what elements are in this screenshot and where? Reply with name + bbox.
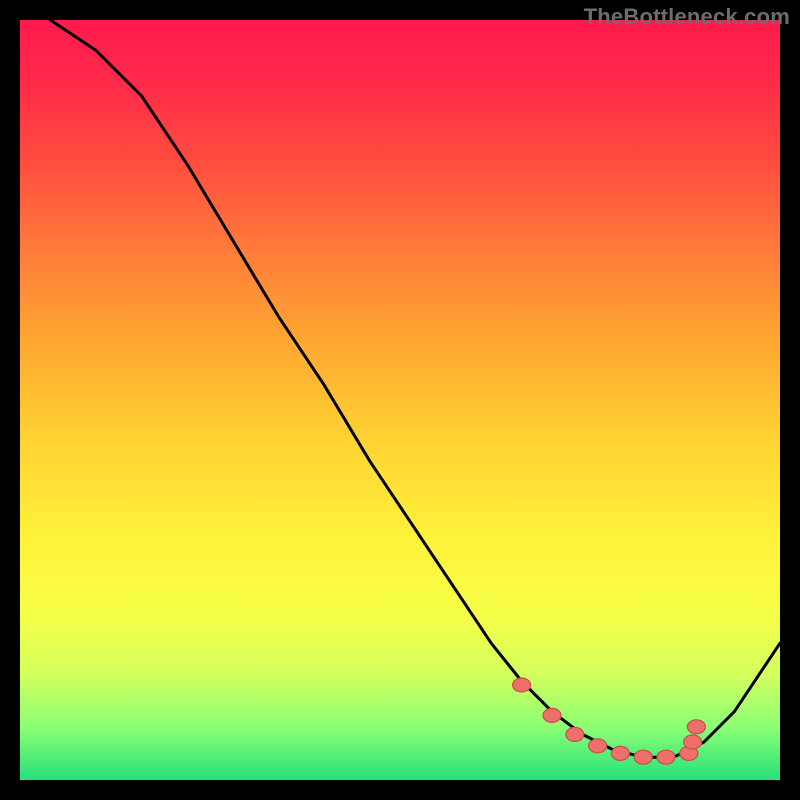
marker-dot [543,708,561,722]
marker-dot [589,739,607,753]
chart-frame: TheBottleneck.com [0,0,800,800]
marker-dot [566,727,584,741]
watermark-text: TheBottleneck.com [584,4,790,30]
plot-area [20,20,780,780]
marker-dot [513,678,531,692]
marker-dot [611,746,629,760]
marker-dot [634,750,652,764]
marker-dot [684,735,702,749]
chart-svg [20,20,780,780]
marker-dot [687,720,705,734]
marker-dot [657,750,675,764]
series-curve [50,20,780,757]
marker-group [513,678,706,764]
